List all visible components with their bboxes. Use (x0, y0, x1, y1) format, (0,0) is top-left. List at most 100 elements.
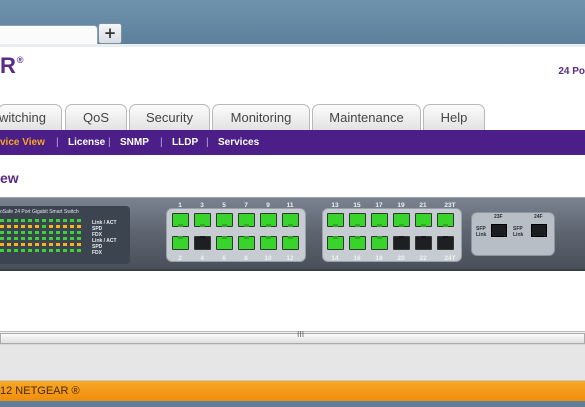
status-led (7, 225, 11, 228)
footer-copyright: 12 NETGEAR ® (0, 381, 585, 401)
ethernet-port-23t[interactable] (437, 213, 454, 227)
ethernet-port-7[interactable] (238, 213, 255, 227)
ethernet-port-3[interactable] (194, 213, 211, 227)
subnav-snmp[interactable]: SNMP (120, 130, 149, 155)
status-led (77, 231, 81, 234)
status-led (35, 243, 39, 246)
ethernet-port-18[interactable] (371, 236, 388, 250)
separator: | (160, 137, 163, 148)
status-led (35, 249, 39, 252)
ethernet-port-6[interactable] (216, 236, 233, 250)
status-led (21, 231, 25, 234)
status-led (28, 219, 32, 222)
status-led (14, 219, 18, 222)
tab-maintenance[interactable]: Maintenance (312, 104, 421, 130)
port-number-label: 21 (419, 202, 427, 209)
new-tab-button[interactable]: + (98, 23, 122, 44)
status-led (63, 219, 67, 222)
status-led (56, 249, 60, 252)
subnav-lldp[interactable]: LLDP (172, 130, 198, 155)
ethernet-port-4[interactable] (194, 236, 211, 250)
status-led (7, 237, 11, 240)
ethernet-port-11[interactable] (282, 213, 299, 227)
status-led (21, 237, 25, 240)
status-led (56, 231, 60, 234)
status-led (70, 249, 74, 252)
status-led (63, 237, 67, 240)
ethernet-port-16[interactable] (349, 236, 366, 250)
scrollbar-thumb[interactable] (0, 333, 585, 344)
status-led (63, 231, 67, 234)
ethernet-port-12[interactable] (282, 236, 299, 250)
status-led (0, 243, 4, 246)
led-grid (0, 218, 90, 254)
ethernet-port-14[interactable] (327, 236, 344, 250)
status-led (21, 243, 25, 246)
sfp-23f-label: 23F (494, 214, 503, 220)
status-led (21, 249, 25, 252)
sfp-port-23f[interactable] (491, 224, 507, 237)
led-label: FDX (92, 250, 102, 256)
tab-help[interactable]: Help (423, 104, 485, 130)
ethernet-port-5[interactable] (216, 213, 233, 227)
separator: | (108, 137, 111, 148)
browser-tab[interactable] (0, 25, 98, 46)
tab-switching[interactable]: witching (0, 104, 62, 130)
ethernet-port-2[interactable] (172, 236, 189, 250)
separator: | (56, 137, 59, 148)
port-23t-label: 23T (444, 202, 456, 209)
port-number-label: 14 (331, 255, 339, 262)
sfp-link-label: SFP Link (513, 226, 524, 238)
status-led (70, 219, 74, 222)
sfp-group: 23F 24F SFP Link SFP Link (471, 212, 555, 256)
status-led (56, 243, 60, 246)
status-led (28, 231, 32, 234)
port-number-label: 1 (178, 202, 182, 209)
switch-model-label: oSafe 24 Port Gigabit Smart Switch (0, 209, 79, 215)
status-led (14, 249, 18, 252)
ethernet-port-1[interactable] (172, 213, 189, 227)
status-led (49, 225, 53, 228)
led-row (0, 248, 90, 254)
ethernet-port-24t[interactable] (437, 236, 454, 250)
port-number-label: 3 (200, 202, 204, 209)
subnav-license[interactable]: License (68, 130, 105, 155)
status-led (70, 225, 74, 228)
port-number-label: 9 (266, 202, 270, 209)
status-led (42, 249, 46, 252)
status-led (77, 237, 81, 240)
port-number-label: 4 (200, 255, 204, 262)
status-led (35, 219, 39, 222)
tab-security[interactable]: Security (129, 104, 210, 130)
ethernet-port-17[interactable] (371, 213, 388, 227)
subnav-device-view[interactable]: vice View (0, 130, 45, 155)
port-number-label: 11 (286, 202, 294, 209)
status-led (28, 225, 32, 228)
ethernet-port-15[interactable] (349, 213, 366, 227)
status-led (14, 225, 18, 228)
sfp-port-24f[interactable] (531, 224, 547, 237)
ethernet-port-8[interactable] (238, 236, 255, 250)
tab-monitoring[interactable]: Monitoring (212, 104, 310, 130)
status-led (28, 249, 32, 252)
port-number-label: 6 (222, 255, 226, 262)
sub-nav: vice View | License | SNMP | LLDP | Serv… (0, 130, 585, 155)
status-led (35, 225, 39, 228)
ethernet-port-19[interactable] (393, 213, 410, 227)
ethernet-port-20[interactable] (393, 236, 410, 250)
ethernet-port-9[interactable] (260, 213, 277, 227)
status-led (63, 225, 67, 228)
horizontal-scrollbar[interactable]: III (0, 330, 585, 345)
status-led (0, 231, 4, 234)
status-led (7, 219, 11, 222)
ethernet-port-22[interactable] (415, 236, 432, 250)
status-led (14, 237, 18, 240)
content-gap (0, 345, 585, 381)
ethernet-port-10[interactable] (260, 236, 277, 250)
subnav-services[interactable]: Services (218, 130, 259, 155)
ethernet-port-21[interactable] (415, 213, 432, 227)
tab-qos[interactable]: QoS (65, 104, 127, 130)
port-number-label: 20 (397, 255, 405, 262)
window-bottom-edge (0, 401, 585, 407)
ethernet-port-13[interactable] (327, 213, 344, 227)
